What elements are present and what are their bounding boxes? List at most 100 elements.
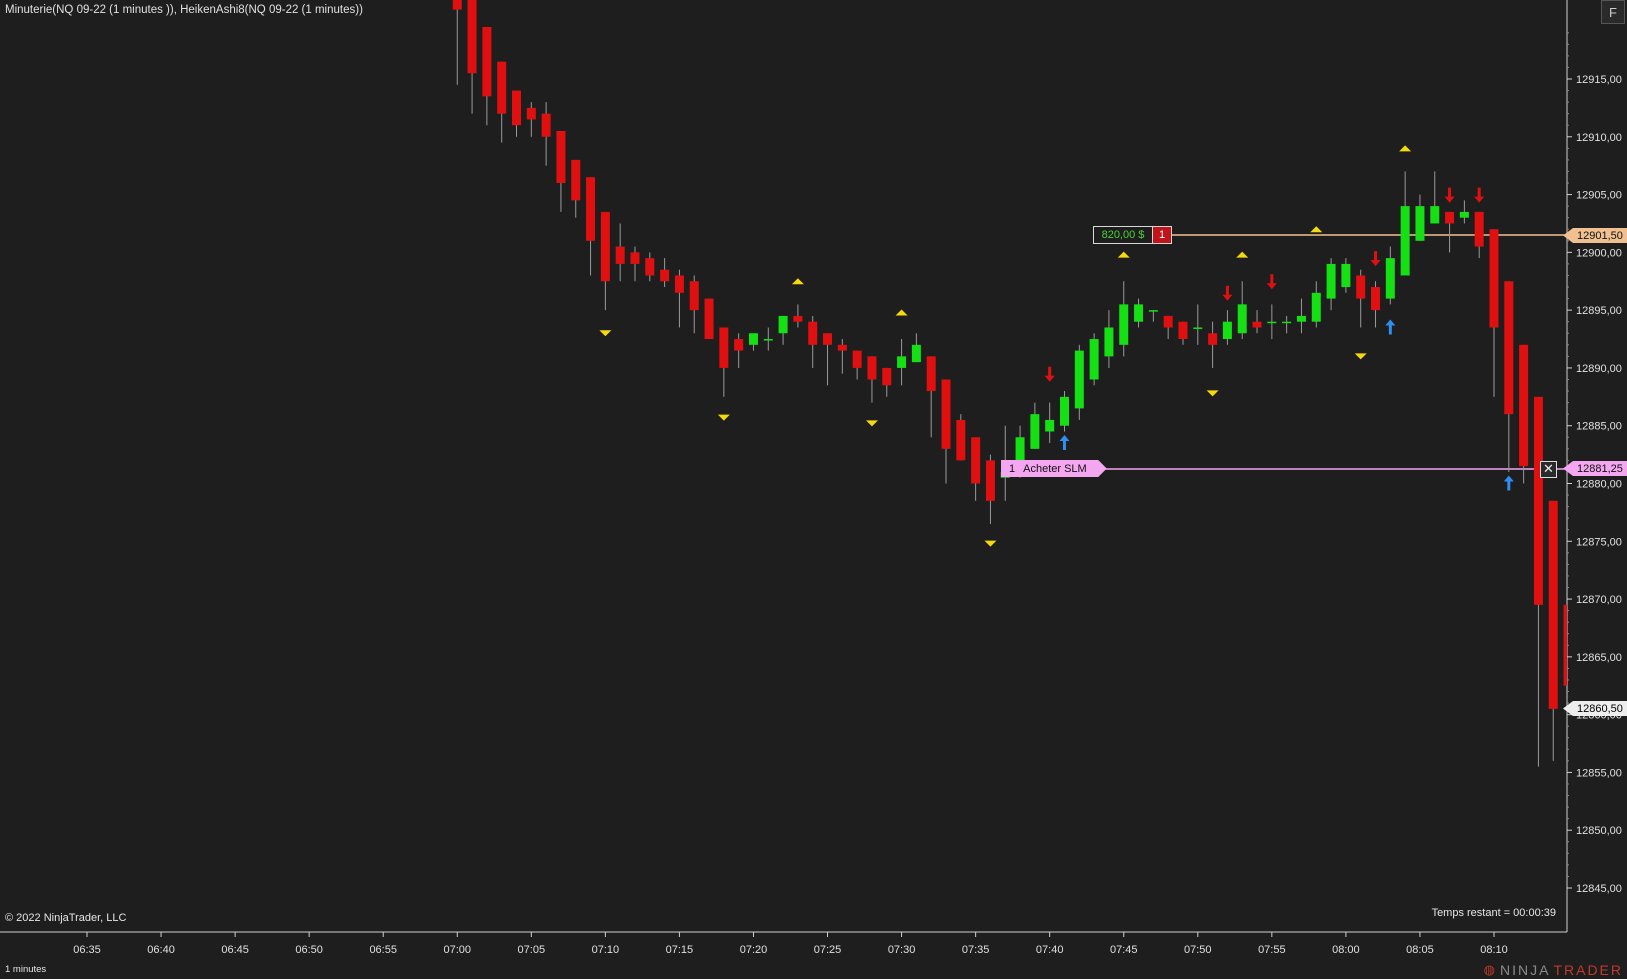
candle-body[interactable] [630, 252, 640, 264]
candle-body[interactable] [1059, 396, 1069, 426]
candle-body[interactable] [1193, 327, 1203, 329]
candle-body[interactable] [808, 321, 818, 345]
price-tick-label: 12895,00 [1576, 305, 1622, 317]
candle-body[interactable] [1178, 321, 1188, 340]
time-axis[interactable]: 06:35 06:40 06:45 06:50 06:55 07:00 07:05 07:10… [73, 932, 1508, 956]
candle-body[interactable] [1474, 211, 1484, 247]
candle-body[interactable] [586, 177, 596, 241]
order-tag[interactable]: 1 Acheter SLM [1001, 460, 1107, 477]
candle-body[interactable] [1533, 396, 1543, 605]
candle-body[interactable] [467, 0, 477, 74]
position-pnl-box[interactable]: 820,00 $ 1 [1093, 226, 1172, 244]
candle-body[interactable] [926, 356, 936, 392]
candle-body[interactable] [748, 333, 758, 345]
price-tick-label: 12880,00 [1576, 479, 1622, 491]
candle-body[interactable] [1104, 327, 1114, 357]
order-qty: 1 [1009, 462, 1016, 475]
candle-body[interactable] [1282, 321, 1292, 324]
candle-body[interactable] [971, 437, 981, 484]
ninjatrader-logo: ◍ NINJA TRADER [1484, 962, 1623, 978]
candle-body[interactable] [837, 344, 847, 351]
chart-canvas[interactable]: 12915,00 12910,00 12905,00 12900,00 12895,00… [0, 0, 1627, 979]
price-tick-label: 12875,00 [1576, 536, 1622, 548]
signal-down-triangle [984, 540, 997, 547]
candle-body[interactable] [689, 281, 699, 311]
candle-body[interactable] [763, 339, 773, 341]
price-tick-label: 12915,00 [1576, 74, 1622, 86]
signal-down-triangle [717, 414, 730, 421]
order-price-tag[interactable]: 12881,25 [1563, 461, 1627, 476]
time-remaining: Temps restant = 00:00:39 [1431, 907, 1556, 919]
candle-body[interactable] [1371, 287, 1381, 311]
candle-body[interactable] [526, 107, 536, 120]
candle-body[interactable] [1489, 229, 1499, 328]
candle-body[interactable] [645, 258, 655, 276]
candle-body[interactable] [541, 113, 551, 137]
candle-body[interactable] [1089, 339, 1099, 380]
candle-body[interactable] [571, 159, 581, 201]
candle-body[interactable] [1134, 304, 1144, 322]
candle-body[interactable] [1222, 321, 1232, 340]
time-tick-label: 06:35 [73, 944, 101, 956]
candle-body[interactable] [1400, 206, 1410, 276]
buy-arrow-icon [1385, 319, 1396, 335]
candle-body[interactable] [1311, 292, 1321, 322]
candle-body[interactable] [1445, 211, 1455, 224]
candle-body[interactable] [852, 350, 862, 368]
signal-down-triangle [1206, 390, 1219, 397]
candle-body[interactable] [482, 26, 492, 97]
candle-body[interactable] [778, 315, 788, 334]
time-tick-label: 07:45 [1110, 944, 1138, 956]
candle-body[interactable] [1519, 344, 1529, 467]
price-tick-label: 12905,00 [1576, 190, 1622, 202]
candle-body[interactable] [941, 379, 951, 449]
candle-body[interactable] [615, 246, 625, 264]
time-tick-label: 06:55 [369, 944, 397, 956]
candle-body[interactable] [1356, 275, 1366, 299]
candle-body[interactable] [985, 460, 995, 501]
candle-body[interactable] [600, 211, 610, 282]
candle-body[interactable] [1030, 414, 1040, 449]
candle-body[interactable] [452, 0, 462, 10]
candle-body[interactable] [1341, 263, 1351, 288]
candle-body[interactable] [1074, 350, 1084, 409]
candle-body[interactable] [1415, 206, 1425, 241]
candle-body[interactable] [734, 339, 744, 351]
candle-body[interactable] [1237, 304, 1247, 334]
candle-body[interactable] [911, 344, 921, 363]
candles-group [452, 0, 1567, 767]
candle-body[interactable] [1267, 321, 1277, 324]
candle-body[interactable] [882, 367, 892, 386]
candle-body[interactable] [1326, 263, 1336, 299]
candle-body[interactable] [1045, 419, 1055, 432]
f-button[interactable]: F [1601, 0, 1625, 24]
candle-body[interactable] [556, 131, 566, 184]
signal-up-triangle [1236, 251, 1249, 258]
price-tick-label: 12850,00 [1576, 825, 1622, 837]
candle-body[interactable] [867, 356, 877, 380]
candle-body[interactable] [512, 90, 522, 126]
candle-body[interactable] [1148, 310, 1158, 312]
candle-body[interactable] [1119, 304, 1129, 345]
candle-body[interactable] [1459, 211, 1469, 218]
candle-body[interactable] [719, 327, 729, 368]
candle-body[interactable] [956, 419, 966, 461]
candle-body[interactable] [1252, 321, 1262, 328]
candle-body[interactable] [1296, 315, 1306, 322]
candle-body[interactable] [674, 275, 684, 293]
candle-body[interactable] [793, 315, 803, 322]
candle-body[interactable] [660, 269, 670, 282]
last-price-tag: 12860,50 [1563, 701, 1627, 716]
time-tick-label: 08:10 [1480, 944, 1508, 956]
candle-body[interactable] [1548, 500, 1558, 709]
candle-body[interactable] [704, 298, 714, 340]
candle-body[interactable] [1430, 206, 1440, 224]
candle-body[interactable] [1385, 258, 1395, 299]
candle-body[interactable] [497, 61, 507, 114]
candle-body[interactable] [823, 333, 833, 345]
candle-body[interactable] [1163, 315, 1173, 328]
cancel-order-icon[interactable]: ✕ [1540, 461, 1557, 478]
candle-body[interactable] [1504, 281, 1514, 415]
candle-body[interactable] [897, 356, 907, 368]
candle-body[interactable] [1208, 333, 1218, 345]
